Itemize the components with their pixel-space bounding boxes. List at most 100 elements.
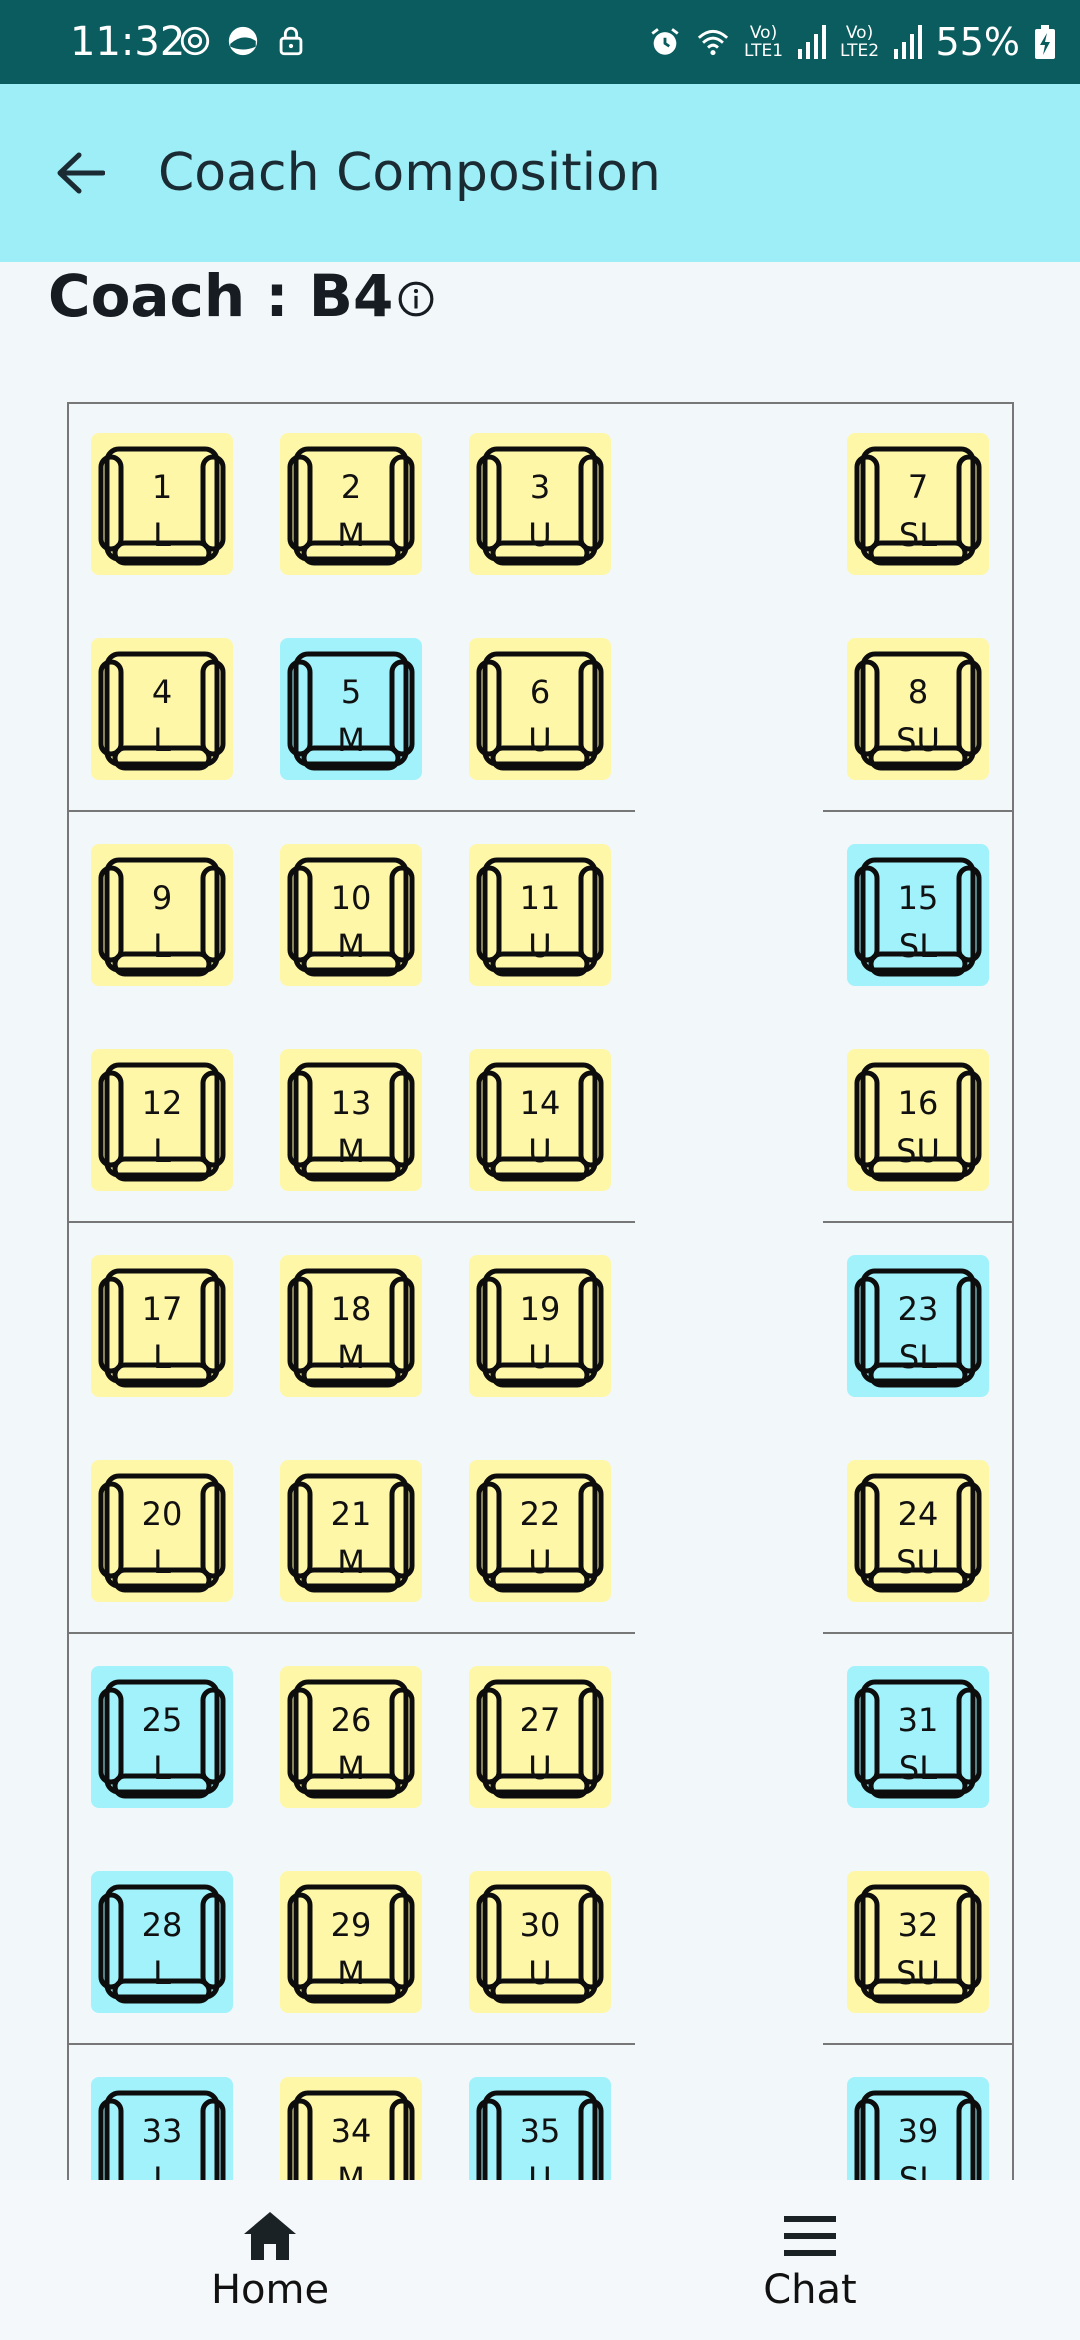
nav-chat[interactable]: Chat	[660, 2180, 960, 2340]
berth-35[interactable]: 35 U	[469, 2077, 611, 2180]
berth-type: U	[528, 516, 552, 554]
berth-34[interactable]: 34 M	[280, 2077, 422, 2180]
berth-number: 19	[519, 1290, 561, 1328]
lock-icon	[279, 26, 303, 56]
berth-9[interactable]: 9L	[91, 844, 233, 986]
berth-25[interactable]: 25 L	[91, 1666, 233, 1808]
berth-8[interactable]: 8 SU	[847, 638, 989, 780]
berth-22[interactable]: 22 U	[469, 1460, 611, 1602]
berth-type: M	[337, 516, 365, 554]
status-icons-left	[178, 24, 308, 58]
berth-number: 7	[907, 468, 929, 506]
coach-frame-right	[1012, 402, 1014, 2180]
berth-type: SU	[896, 1132, 940, 1170]
berth-type: L	[153, 1338, 171, 1376]
berth-label: 20 L	[91, 1490, 233, 1586]
berth-label: 18 M	[280, 1285, 422, 1381]
berth-18[interactable]: 18 M	[280, 1255, 422, 1397]
berth-16[interactable]: 16 SU	[847, 1049, 989, 1191]
berth-label: 17 L	[91, 1285, 233, 1381]
berth-14[interactable]: 14 U	[469, 1049, 611, 1191]
berth-label: 12 L	[91, 1079, 233, 1175]
status-time: 11:32	[70, 19, 186, 65]
berth-type: SL	[898, 927, 938, 965]
berth-number: 13	[330, 1084, 372, 1122]
app-root: 11:32 Vo) LTE1 Vo) LTE2 55% Coach Compos…	[0, 0, 1080, 2340]
berth-number: 6	[529, 673, 551, 711]
berth-number: 33	[141, 2112, 183, 2150]
berth-6[interactable]: 6U	[469, 638, 611, 780]
berth-type: M	[337, 1338, 365, 1376]
berth-3[interactable]: 3U	[469, 433, 611, 575]
berth-label: 4L	[91, 668, 233, 764]
berth-28[interactable]: 28 L	[91, 1871, 233, 2013]
berth-type: L	[153, 1749, 171, 1787]
berth-10[interactable]: 10 M	[280, 844, 422, 986]
berth-label: 28 L	[91, 1901, 233, 1997]
berth-26[interactable]: 26 M	[280, 1666, 422, 1808]
battery-charging-icon	[1035, 25, 1055, 59]
berth-33[interactable]: 33 L	[91, 2077, 233, 2180]
berth-label: 16 SU	[847, 1079, 989, 1175]
bay-separator-main	[67, 1221, 635, 1223]
berth-21[interactable]: 21 M	[280, 1460, 422, 1602]
coach-layout: Coach : B4 1 L 2 M 3 U 7 SL 4 L 5 M 6 U 8 SU 9 L 10 M 11 U 15 S…	[0, 262, 1080, 2180]
alarm-icon	[650, 28, 679, 55]
nav-home-label: Home	[210, 2267, 330, 2313]
berth-29[interactable]: 29 M	[280, 1871, 422, 2013]
berth-24[interactable]: 24 SU	[847, 1460, 989, 1602]
berth-number: 1	[151, 468, 173, 506]
berth-11[interactable]: 11 U	[469, 844, 611, 986]
berth-31[interactable]: 31 SL	[847, 1666, 989, 1808]
berth-2[interactable]: 2M	[280, 433, 422, 575]
berth-number: 35	[519, 2112, 561, 2150]
berth-17[interactable]: 17 L	[91, 1255, 233, 1397]
berth-5[interactable]: 5M	[280, 638, 422, 780]
berth-label: 33 L	[91, 2107, 233, 2180]
berth-number: 18	[330, 1290, 372, 1328]
berth-4[interactable]: 4L	[91, 638, 233, 780]
menu-icon	[784, 2216, 836, 2256]
berth-type: U	[528, 927, 552, 965]
sim1-label: Vo) LTE1	[743, 23, 784, 61]
berth-label: 14 U	[469, 1079, 611, 1175]
berth-type: U	[528, 1954, 552, 1992]
berth-7[interactable]: 7 SL	[847, 433, 989, 575]
berth-13[interactable]: 13 M	[280, 1049, 422, 1191]
berth-number: 34	[330, 2112, 372, 2150]
berth-15[interactable]: 15 SL	[847, 844, 989, 986]
info-icon[interactable]	[397, 280, 435, 318]
berth-20[interactable]: 20 L	[91, 1460, 233, 1602]
berth-number: 12	[141, 1084, 183, 1122]
berth-label: 32 SU	[847, 1901, 989, 1997]
berth-number: 16	[897, 1084, 939, 1122]
berth-23[interactable]: 23 SL	[847, 1255, 989, 1397]
berth-label: 1L	[91, 463, 233, 559]
back-button[interactable]	[40, 140, 120, 206]
berth-label: 35 U	[469, 2107, 611, 2180]
berth-39[interactable]: 39 SL	[847, 2077, 989, 2180]
berth-number: 15	[897, 879, 939, 917]
nav-home[interactable]: Home	[120, 2180, 420, 2340]
berth-19[interactable]: 19 U	[469, 1255, 611, 1397]
berth-label: 23 SL	[847, 1285, 989, 1381]
berth-number: 4	[151, 673, 173, 711]
berth-type: M	[337, 721, 365, 759]
berth-number: 27	[519, 1701, 561, 1739]
berth-label: 6U	[469, 668, 611, 764]
berth-27[interactable]: 27 U	[469, 1666, 611, 1808]
berth-type: SL	[898, 516, 938, 554]
berth-type: SL	[898, 2160, 938, 2180]
berth-type: U	[528, 1749, 552, 1787]
coach-layout-scroll[interactable]: Coach : B4 1 L 2 M 3 U 7 SL 4 L 5 M 6 U 8 SU 9 L 10 M 11 U 15 S…	[0, 262, 1080, 2180]
berth-type: M	[337, 1954, 365, 1992]
berth-1[interactable]: 1L	[91, 433, 233, 575]
berth-label: 15 SL	[847, 874, 989, 970]
berth-label: 27 U	[469, 1696, 611, 1792]
berth-12[interactable]: 12 L	[91, 1049, 233, 1191]
berth-32[interactable]: 32 SU	[847, 1871, 989, 2013]
berth-30[interactable]: 30 U	[469, 1871, 611, 2013]
berth-label: 30 U	[469, 1901, 611, 1997]
berth-type: L	[153, 1543, 171, 1581]
berth-number: 30	[519, 1906, 561, 1944]
